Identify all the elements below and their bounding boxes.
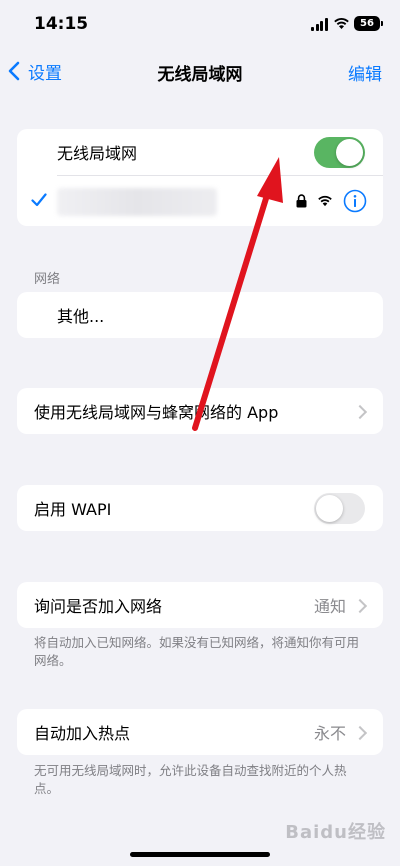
ask-join-card: 询问是否加入网络 通知 <box>17 582 383 628</box>
apps-card: 使用无线局域网与蜂窝网络的 App <box>17 388 383 434</box>
info-icon[interactable] <box>343 189 367 213</box>
status-time: 14:15 <box>34 14 89 34</box>
auto-hotspot-label: 自动加入热点 <box>34 724 131 743</box>
chevron-right-icon <box>352 598 368 614</box>
wifi-toggle[interactable] <box>314 137 365 168</box>
edit-button[interactable]: 编辑 <box>348 60 382 85</box>
auto-hotspot-footnote: 无可用无线局域网时，允许此设备自动查找附近的个人热点。 <box>34 763 347 796</box>
chevron-right-icon <box>352 725 368 741</box>
apps-row-label: 使用无线局域网与蜂窝网络的 App <box>34 403 279 422</box>
wapi-label: 启用 WAPI <box>34 500 112 519</box>
cellular-signal-icon <box>311 18 328 31</box>
home-indicator[interactable] <box>130 852 270 857</box>
networks-card: 其他... <box>17 292 383 338</box>
chevron-right-icon <box>352 404 368 420</box>
ask-join-value: 通知 <box>313 597 346 616</box>
page-title: 无线局域网 <box>157 65 243 85</box>
checkmark-icon <box>31 193 47 207</box>
wapi-card: 启用 WAPI <box>17 485 383 531</box>
auto-hotspot-card: 自动加入热点 永不 <box>17 709 383 755</box>
other-network-row[interactable]: 其他... <box>17 292 383 338</box>
connected-network-row[interactable] <box>17 176 383 226</box>
wifi-card: 无线局域网 <box>17 129 383 226</box>
wapi-row: 启用 WAPI <box>17 485 383 531</box>
auto-hotspot-row[interactable]: 自动加入热点 永不 <box>17 709 383 755</box>
lock-icon <box>296 194 307 208</box>
wifi-status-icon <box>334 18 349 29</box>
watermark: Baidu经验 <box>285 822 386 843</box>
wifi-toggle-label: 无线局域网 <box>57 144 138 163</box>
wapi-toggle[interactable] <box>314 493 365 524</box>
wifi-toggle-row: 无线局域网 <box>17 129 383 175</box>
ask-join-row[interactable]: 询问是否加入网络 通知 <box>17 582 383 628</box>
apps-row[interactable]: 使用无线局域网与蜂窝网络的 App <box>17 388 383 434</box>
ask-join-footnote: 将自动加入已知网络。如果没有已知网络，将通知你有可用网络。 <box>34 635 360 668</box>
networks-header: 网络 <box>34 272 61 287</box>
ask-join-label: 询问是否加入网络 <box>34 597 163 616</box>
network-name-redacted <box>57 188 217 216</box>
battery-icon: 56 <box>354 16 380 31</box>
wifi-icon <box>318 195 332 207</box>
other-network-label: 其他... <box>57 307 105 326</box>
battery-tip <box>381 21 383 26</box>
auto-hotspot-value: 永不 <box>313 724 346 743</box>
